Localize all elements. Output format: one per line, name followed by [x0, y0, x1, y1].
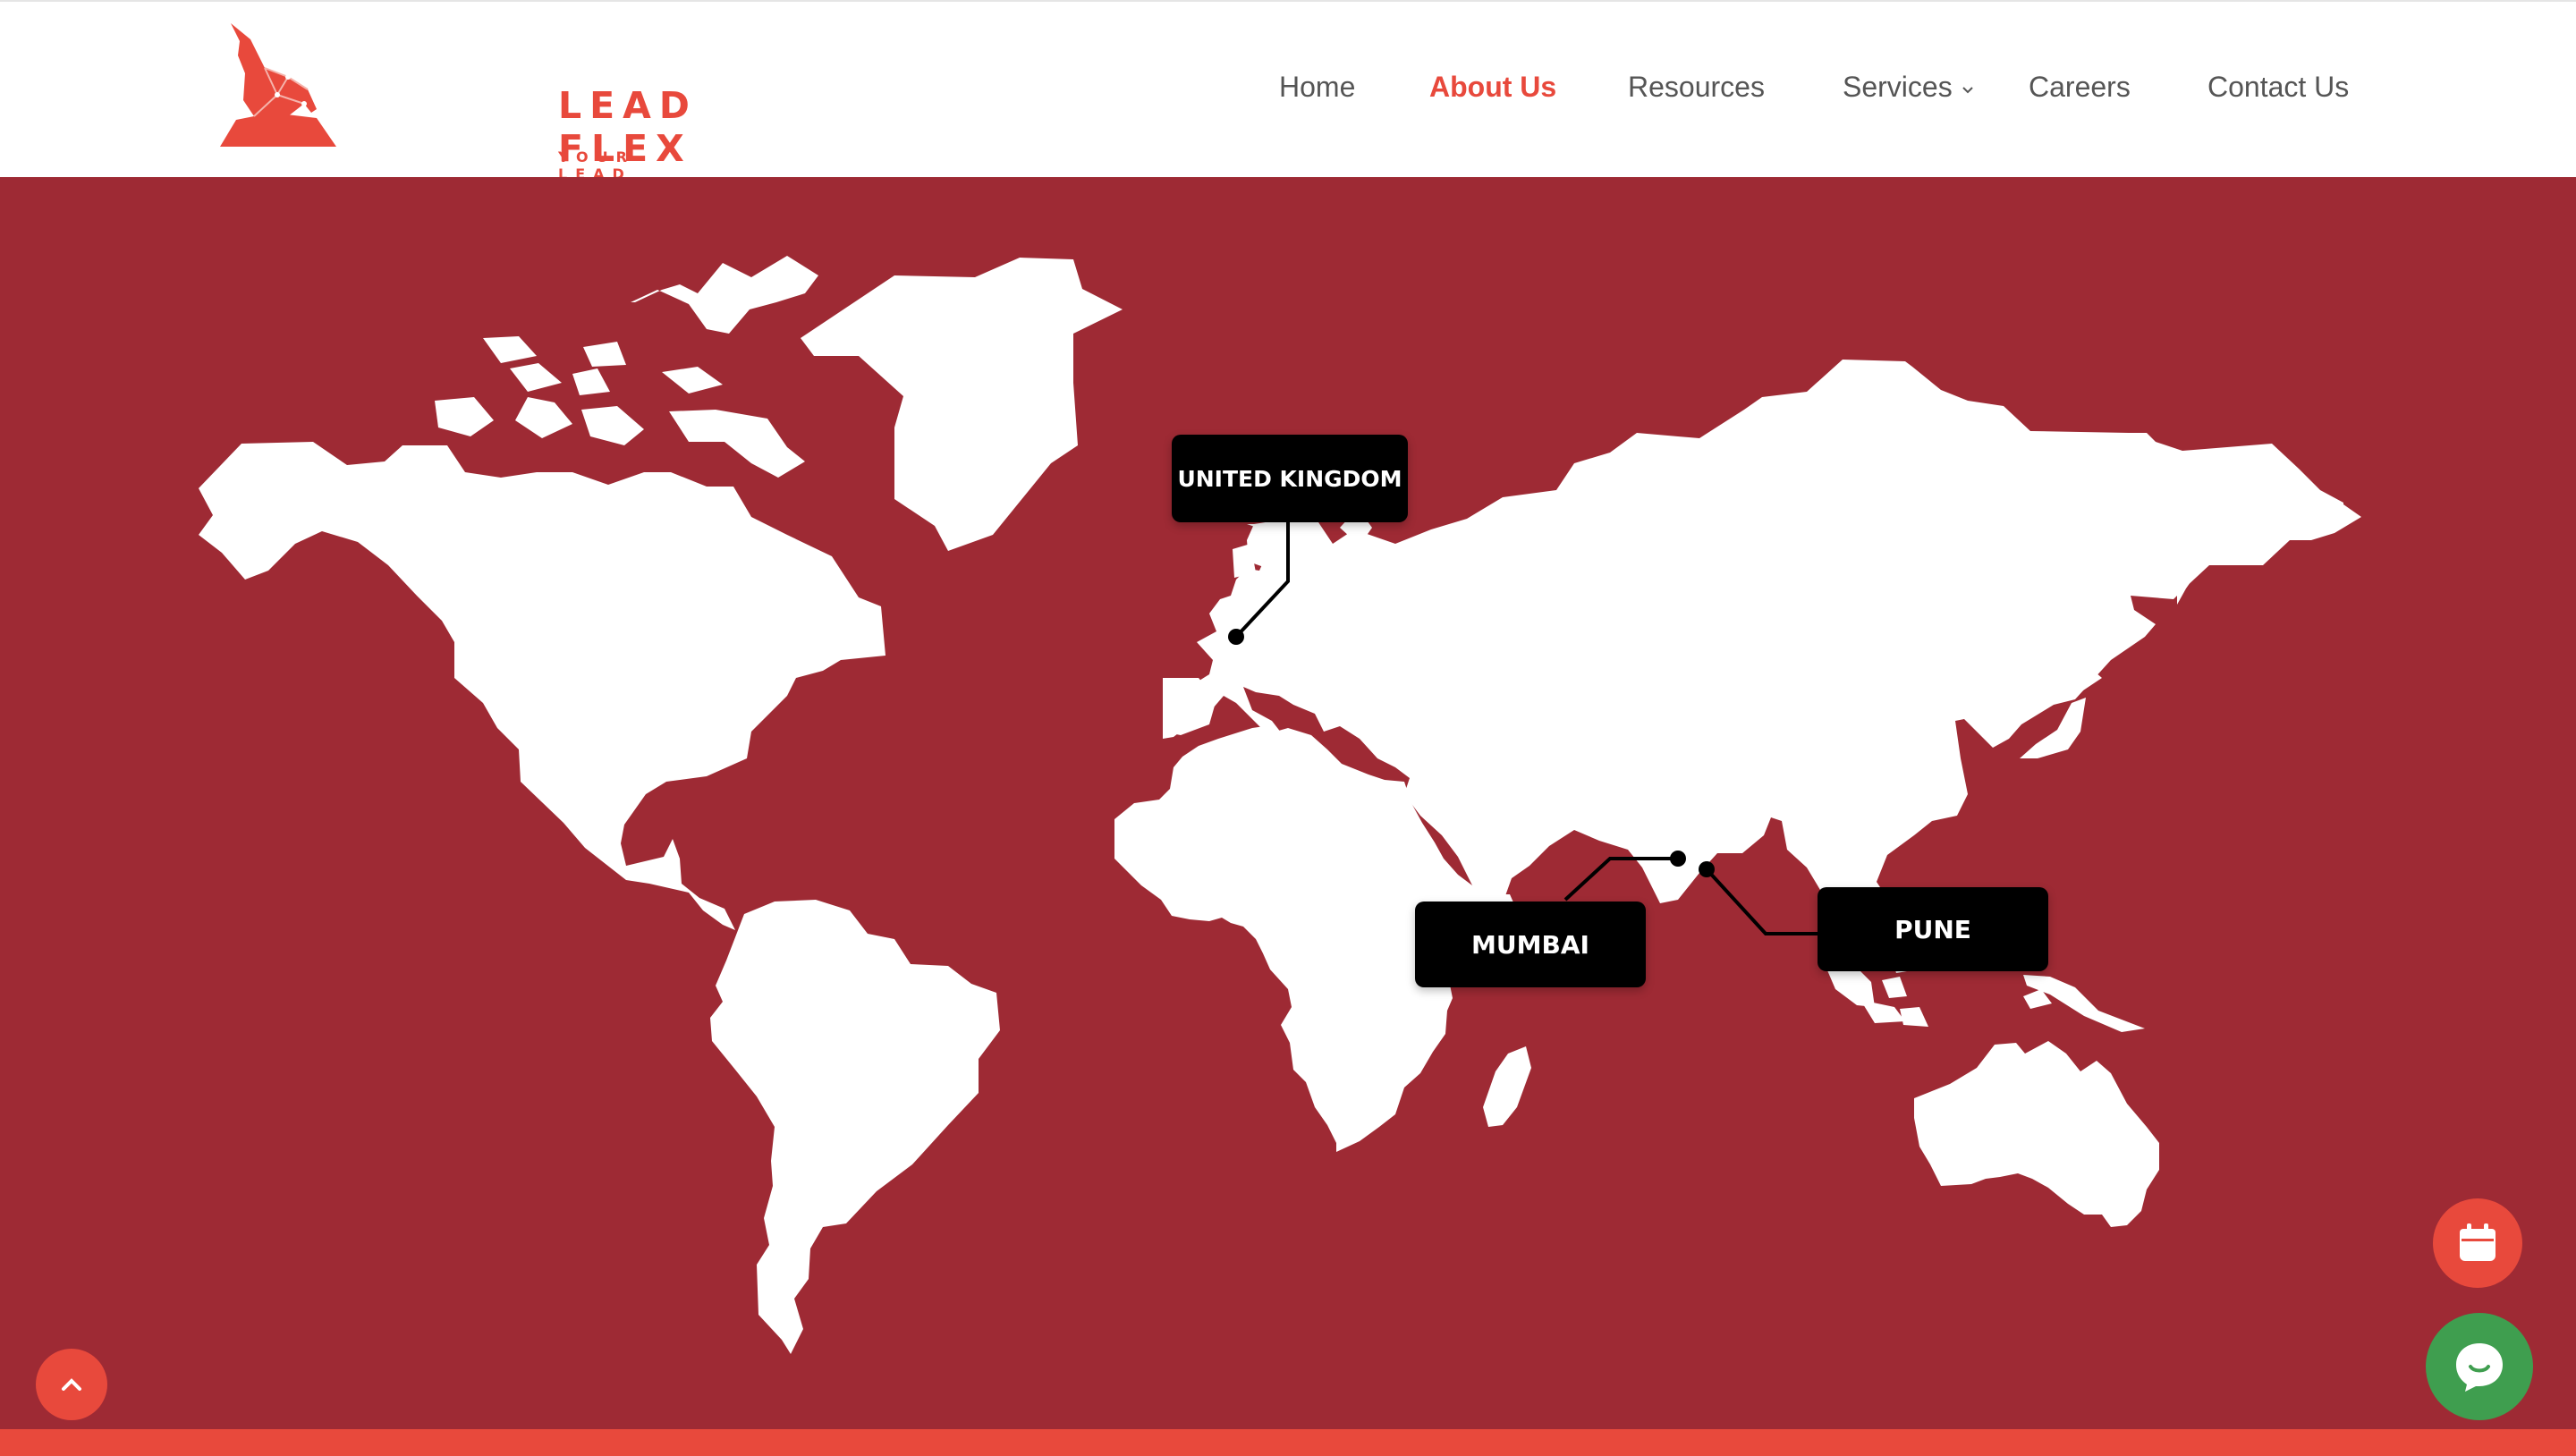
pune-location-label[interactable]: PUNE: [1818, 887, 2048, 971]
pune-connector-line: [1705, 868, 1821, 935]
scroll-top-button[interactable]: [36, 1349, 107, 1420]
south-america-shape: [710, 900, 1000, 1354]
uk-location-label[interactable]: UNITED KINGDOM: [1172, 435, 1408, 522]
calendar-button[interactable]: [2433, 1198, 2522, 1288]
chevron-down-icon: [1962, 86, 1973, 93]
world-map-section: UNITED KINGDOM MUMBAI PUNE: [0, 177, 2576, 1429]
mumbai-location-label[interactable]: MUMBAI: [1415, 902, 1646, 987]
chat-button[interactable]: [2426, 1313, 2533, 1420]
site-header: LEAD FLEX YOUR LEAD PARTNER Home About U…: [0, 0, 2576, 199]
world-map-landmass: [199, 256, 2361, 1354]
world-map: [199, 256, 2361, 1354]
nav-careers[interactable]: Careers: [2029, 64, 2131, 109]
nav-home[interactable]: Home: [1279, 64, 1355, 109]
nav-services-label: Services: [1843, 71, 1953, 103]
chevron-up-icon: [62, 1378, 81, 1391]
greenland-shape: [801, 258, 1123, 551]
logo[interactable]: LEAD FLEX YOUR LEAD PARTNER: [218, 20, 690, 199]
north-america-shape: [199, 442, 886, 930]
mumbai-location-marker: [1670, 851, 1686, 867]
nav-contact-us[interactable]: Contact Us: [2207, 64, 2349, 109]
calendar-icon: [2460, 1223, 2496, 1261]
nav-services[interactable]: Services: [1843, 64, 1974, 109]
nav-about-us[interactable]: About Us: [1429, 64, 1556, 109]
pune-location-marker: [1699, 861, 1715, 877]
wolf-logo-icon: [220, 23, 336, 147]
australia-shape: [1914, 1041, 2159, 1227]
uk-location-marker: [1228, 629, 1244, 645]
nav-resources[interactable]: Resources: [1628, 64, 1765, 109]
bottom-accent-bar: [0, 1429, 2576, 1456]
chat-bubble-icon: [2456, 1343, 2503, 1392]
